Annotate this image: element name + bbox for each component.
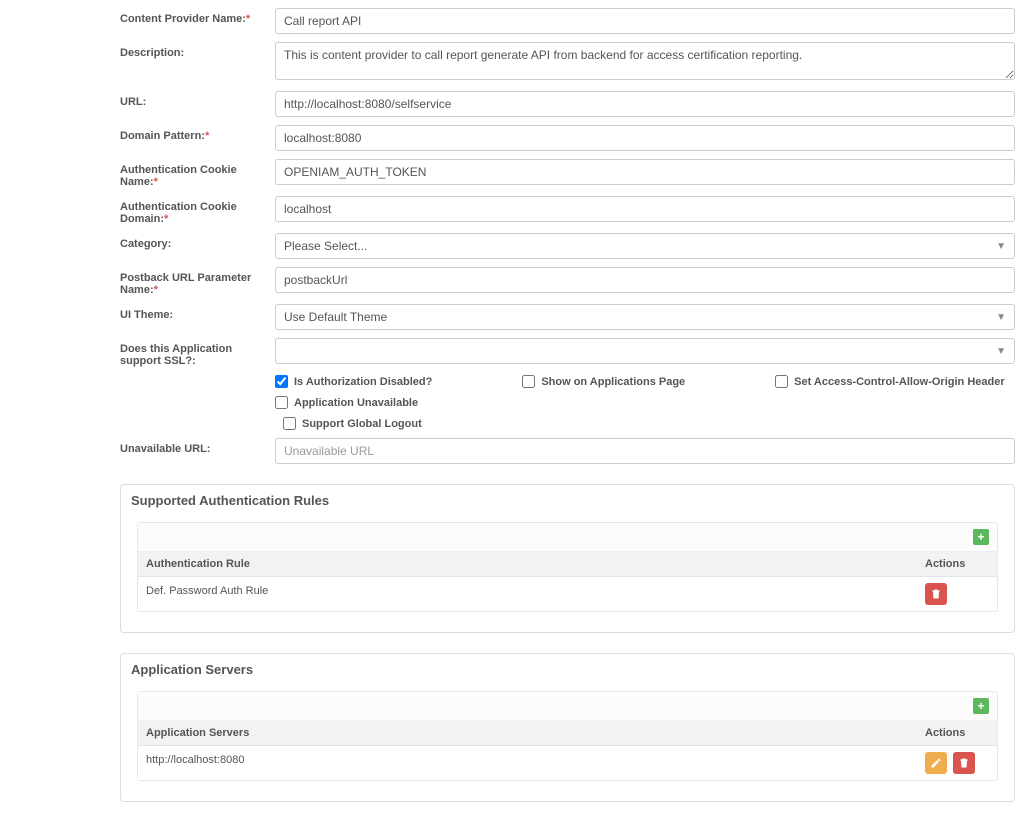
auth-rules-col-rule: Authentication Rule — [138, 552, 917, 576]
category-label: Category: — [120, 233, 275, 250]
required-marker: * — [154, 176, 158, 188]
app-unavailable-checkbox-wrap[interactable]: Application Unavailable — [275, 396, 418, 409]
category-select[interactable]: Please Select... ▼ — [275, 233, 1015, 259]
url-input[interactable] — [275, 91, 1015, 117]
unavailable-url-label: Unavailable URL: — [120, 438, 275, 455]
support-global-logout-checkbox[interactable] — [283, 417, 296, 430]
is-auth-disabled-checkbox-wrap[interactable]: Is Authorization Disabled? — [275, 375, 432, 388]
chevron-down-icon: ▼ — [996, 312, 1006, 323]
domain-pattern-label: Domain Pattern:* — [120, 125, 275, 142]
auth-cookie-name-input[interactable] — [275, 159, 1015, 185]
auth-rules-panel: + Authentication Rule Actions Def. Passw… — [137, 522, 998, 612]
required-marker: * — [164, 213, 168, 225]
app-servers-title: Application Servers — [131, 662, 1004, 677]
ui-theme-selected-value: Use Default Theme — [284, 310, 387, 324]
required-marker: * — [246, 13, 250, 25]
trash-icon — [958, 757, 970, 769]
ui-theme-label: UI Theme: — [120, 304, 275, 321]
url-label: URL: — [120, 91, 275, 108]
app-unavailable-checkbox[interactable] — [275, 396, 288, 409]
is-auth-disabled-label: Is Authorization Disabled? — [294, 376, 432, 388]
show-on-apps-label: Show on Applications Page — [541, 376, 685, 388]
description-label: Description: — [120, 42, 275, 59]
ssl-support-label: Does this Application support SSL?: — [120, 338, 275, 367]
auth-rules-title: Supported Authentication Rules — [131, 493, 1004, 508]
plus-icon: + — [977, 530, 984, 544]
ssl-support-select[interactable]: ▼ — [275, 338, 1015, 364]
add-auth-rule-button[interactable]: + — [973, 529, 989, 545]
app-servers-col-actions: Actions — [917, 721, 997, 745]
trash-icon — [930, 588, 942, 600]
table-row: Def. Password Auth Rule — [138, 577, 997, 611]
delete-app-server-button[interactable] — [953, 752, 975, 774]
set-cors-checkbox-wrap[interactable]: Set Access-Control-Allow-Origin Header — [775, 375, 1004, 388]
ui-theme-select[interactable]: Use Default Theme ▼ — [275, 304, 1015, 330]
app-unavailable-label: Application Unavailable — [294, 397, 418, 409]
postback-url-param-label: Postback URL Parameter Name:* — [120, 267, 275, 296]
postback-url-param-input[interactable] — [275, 267, 1015, 293]
edit-app-server-button[interactable] — [925, 752, 947, 774]
plus-icon: + — [977, 699, 984, 713]
app-server-url: http://localhost:8080 — [138, 746, 917, 780]
app-servers-col-server: Application Servers — [138, 721, 917, 745]
domain-pattern-input[interactable] — [275, 125, 1015, 151]
chevron-down-icon: ▼ — [996, 241, 1006, 252]
auth-rule-name: Def. Password Auth Rule — [138, 577, 917, 611]
category-selected-value: Please Select... — [284, 239, 367, 253]
required-marker: * — [205, 130, 209, 142]
set-cors-checkbox[interactable] — [775, 375, 788, 388]
content-provider-name-input[interactable] — [275, 8, 1015, 34]
description-textarea[interactable]: This is content provider to call report … — [275, 42, 1015, 80]
add-app-server-button[interactable]: + — [973, 698, 989, 714]
support-global-logout-label: Support Global Logout — [302, 418, 422, 430]
unavailable-url-input[interactable] — [275, 438, 1015, 464]
set-cors-label: Set Access-Control-Allow-Origin Header — [794, 376, 1004, 388]
table-row: http://localhost:8080 — [138, 746, 997, 780]
chevron-down-icon: ▼ — [996, 346, 1006, 357]
delete-auth-rule-button[interactable] — [925, 583, 947, 605]
is-auth-disabled-checkbox[interactable] — [275, 375, 288, 388]
auth-cookie-domain-label: Authentication Cookie Domain:* — [120, 196, 275, 225]
required-marker: * — [154, 284, 158, 296]
app-servers-panel: + Application Servers Actions http://loc… — [137, 691, 998, 781]
auth-cookie-name-label: Authentication Cookie Name:* — [120, 159, 275, 188]
pencil-icon — [930, 757, 942, 769]
content-provider-name-label: Content Provider Name:* — [120, 8, 275, 25]
auth-rules-col-actions: Actions — [917, 552, 997, 576]
auth-rules-section: Supported Authentication Rules + Authent… — [120, 484, 1015, 633]
app-servers-section: Application Servers + Application Server… — [120, 653, 1015, 802]
support-global-logout-checkbox-wrap[interactable]: Support Global Logout — [283, 417, 1015, 430]
show-on-apps-checkbox[interactable] — [522, 375, 535, 388]
auth-cookie-domain-input[interactable] — [275, 196, 1015, 222]
show-on-apps-checkbox-wrap[interactable]: Show on Applications Page — [522, 375, 685, 388]
